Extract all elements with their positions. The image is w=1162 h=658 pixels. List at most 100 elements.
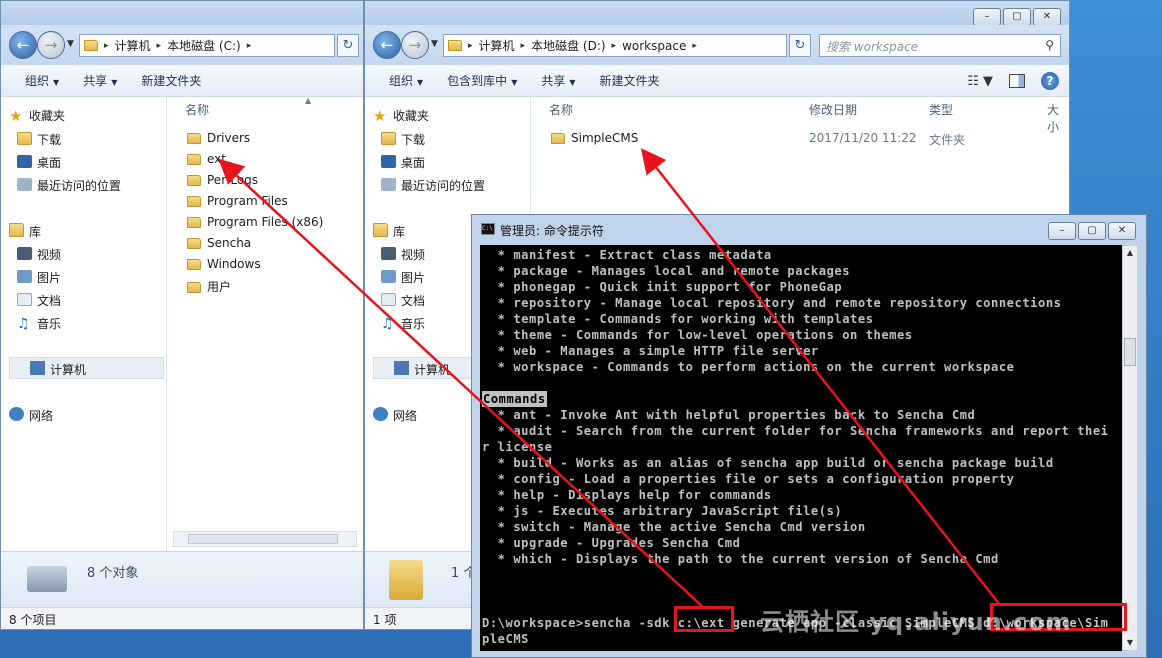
back-button[interactable]: ← [373,31,401,59]
nav-computer[interactable]: 计算机 [30,361,86,378]
breadcrumb-d-drive[interactable]: 本地磁盘 (D:) [531,37,605,54]
maximize-icon[interactable]: ▢ [1003,8,1031,26]
star-icon: ★ [373,107,387,125]
file-type: 文件夹 [929,133,966,147]
console-line: * which - Displays the path to the curre… [482,552,999,566]
share-menu[interactable]: 共享 ▼ [71,72,129,89]
new-folder-button[interactable]: 新建文件夹 [129,72,213,89]
close-icon[interactable]: ✕ [1033,8,1061,26]
close-icon[interactable]: ✕ [1108,222,1136,240]
nav-computer[interactable]: 计算机 [394,361,450,378]
chevron-right-icon[interactable]: ▸ [247,41,252,51]
file-item[interactable]: Windows [187,257,261,271]
nav-libraries[interactable]: 库 [9,223,41,240]
file-item[interactable]: Program Files [187,194,288,208]
nav-music[interactable]: ♫ 音乐 [381,315,425,332]
view-options-icon[interactable]: ☷ ▼ [967,74,993,89]
history-dropdown-icon[interactable]: ▼ [67,39,74,49]
file-item[interactable]: 用户 [187,278,231,295]
search-icon[interactable]: ⚲ [1045,38,1054,52]
breadcrumb-workspace[interactable]: workspace [622,39,686,53]
address-bar[interactable]: ▸ 计算机 ▸ 本地磁盘 (D:) ▸ workspace ▸ [443,34,787,57]
nav-pictures[interactable]: 图片 [17,269,61,286]
nav-music[interactable]: ♫ 音乐 [17,315,61,332]
breadcrumb-c-drive[interactable]: 本地磁盘 (C:) [167,37,241,54]
forward-button[interactable]: → [401,31,429,59]
minimize-icon[interactable]: – [1048,222,1076,240]
console-line: * config - Load a properties file or set… [482,472,1015,486]
chevron-right-icon[interactable]: ▸ [692,41,697,51]
history-dropdown-icon[interactable]: ▼ [431,39,438,49]
chevron-right-icon[interactable]: ▸ [157,41,162,51]
organize-menu[interactable]: 组织 ▼ [13,72,71,89]
title-bar[interactable] [1,1,363,25]
column-size[interactable]: 大小 [1047,101,1069,135]
title-bar[interactable]: C:\ 管理员: 命令提示符 – ▢ ✕ [472,215,1146,243]
recent-places-icon [381,178,396,191]
nav-computer-selected[interactable]: 计算机 [9,357,164,379]
back-button[interactable]: ← [9,31,37,59]
scrollbar-thumb[interactable] [1124,338,1136,366]
console-line: * phonegap - Quick init support for Phon… [482,280,843,294]
drive-icon [27,566,67,592]
vertical-scrollbar[interactable]: ▲ ▼ [1122,245,1138,651]
nav-videos[interactable]: 视频 [381,246,425,263]
file-item[interactable]: Drivers [187,131,250,145]
nav-network[interactable]: 网络 [373,407,417,424]
column-name[interactable]: 名称 [549,101,573,118]
title-bar[interactable]: – ▢ ✕ [365,1,1069,26]
chevron-right-icon[interactable]: ▸ [521,41,526,51]
refresh-button[interactable]: ↻ [789,34,811,57]
breadcrumb-computer[interactable]: 计算机 [115,37,151,54]
search-input[interactable]: 搜索 workspace ⚲ [819,34,1061,57]
nav-network[interactable]: 网络 [9,407,53,424]
minimize-icon[interactable]: – [973,8,1001,26]
console-line: Commands [482,391,547,407]
include-in-library-menu[interactable]: 包含到库中 ▼ [435,72,529,89]
breadcrumb-computer[interactable]: 计算机 [479,37,515,54]
scroll-down-icon[interactable]: ▼ [1123,636,1137,650]
nav-videos[interactable]: 视频 [17,246,61,263]
new-folder-button[interactable]: 新建文件夹 [588,72,672,89]
maximize-icon[interactable]: ▢ [1078,222,1106,240]
nav-documents[interactable]: 文档 [17,292,61,309]
forward-button[interactable]: → [37,31,65,59]
nav-downloads[interactable]: 下载 [17,131,61,148]
scroll-up-icon[interactable]: ▲ [1123,246,1137,260]
nav-libraries[interactable]: 库 [373,223,405,240]
console-line: * build - Works as an alias of sencha ap… [482,456,1054,470]
nav-favorites[interactable]: ★ 收藏夹 [9,107,65,125]
nav-favorites[interactable]: ★ 收藏夹 [373,107,429,125]
video-icon [17,247,32,260]
file-item[interactable]: Program Files (x86) [187,215,323,229]
console-line: * audit - Search from the current folder… [482,424,1109,438]
nav-recent-places[interactable]: 最近访问的位置 [381,177,485,194]
cmd-icon: C:\ [481,223,495,235]
file-item[interactable]: SimpleCMS [551,131,638,145]
column-type[interactable]: 类型 [929,101,953,118]
help-icon[interactable]: ? [1041,72,1059,90]
column-name[interactable]: 名称 [185,101,209,118]
column-date[interactable]: 修改日期 [809,101,857,118]
chevron-right-icon[interactable]: ▸ [468,41,473,51]
refresh-button[interactable]: ↻ [337,34,359,57]
console-output[interactable]: * manifest - Extract class metadata * pa… [480,245,1122,651]
horizontal-scrollbar[interactable] [173,531,357,547]
organize-menu[interactable]: 组织 ▼ [377,72,435,89]
star-icon: ★ [9,107,23,125]
share-menu[interactable]: 共享 ▼ [529,72,587,89]
chevron-right-icon[interactable]: ▸ [612,41,617,51]
address-bar[interactable]: ▸ 计算机 ▸ 本地磁盘 (C:) ▸ [79,34,335,57]
nav-documents[interactable]: 文档 [381,292,425,309]
nav-desktop[interactable]: 桌面 [381,154,425,171]
preview-pane-icon[interactable] [1009,74,1025,88]
nav-desktop[interactable]: 桌面 [17,154,61,171]
nav-pictures[interactable]: 图片 [381,269,425,286]
chevron-right-icon[interactable]: ▸ [104,41,109,51]
nav-recent-places[interactable]: 最近访问的位置 [17,177,121,194]
file-item[interactable]: ext [187,152,226,166]
file-item[interactable]: Sencha [187,236,251,250]
file-item[interactable]: PerfLogs [187,173,258,187]
nav-downloads[interactable]: 下载 [381,131,425,148]
scrollbar-thumb[interactable] [188,534,338,544]
